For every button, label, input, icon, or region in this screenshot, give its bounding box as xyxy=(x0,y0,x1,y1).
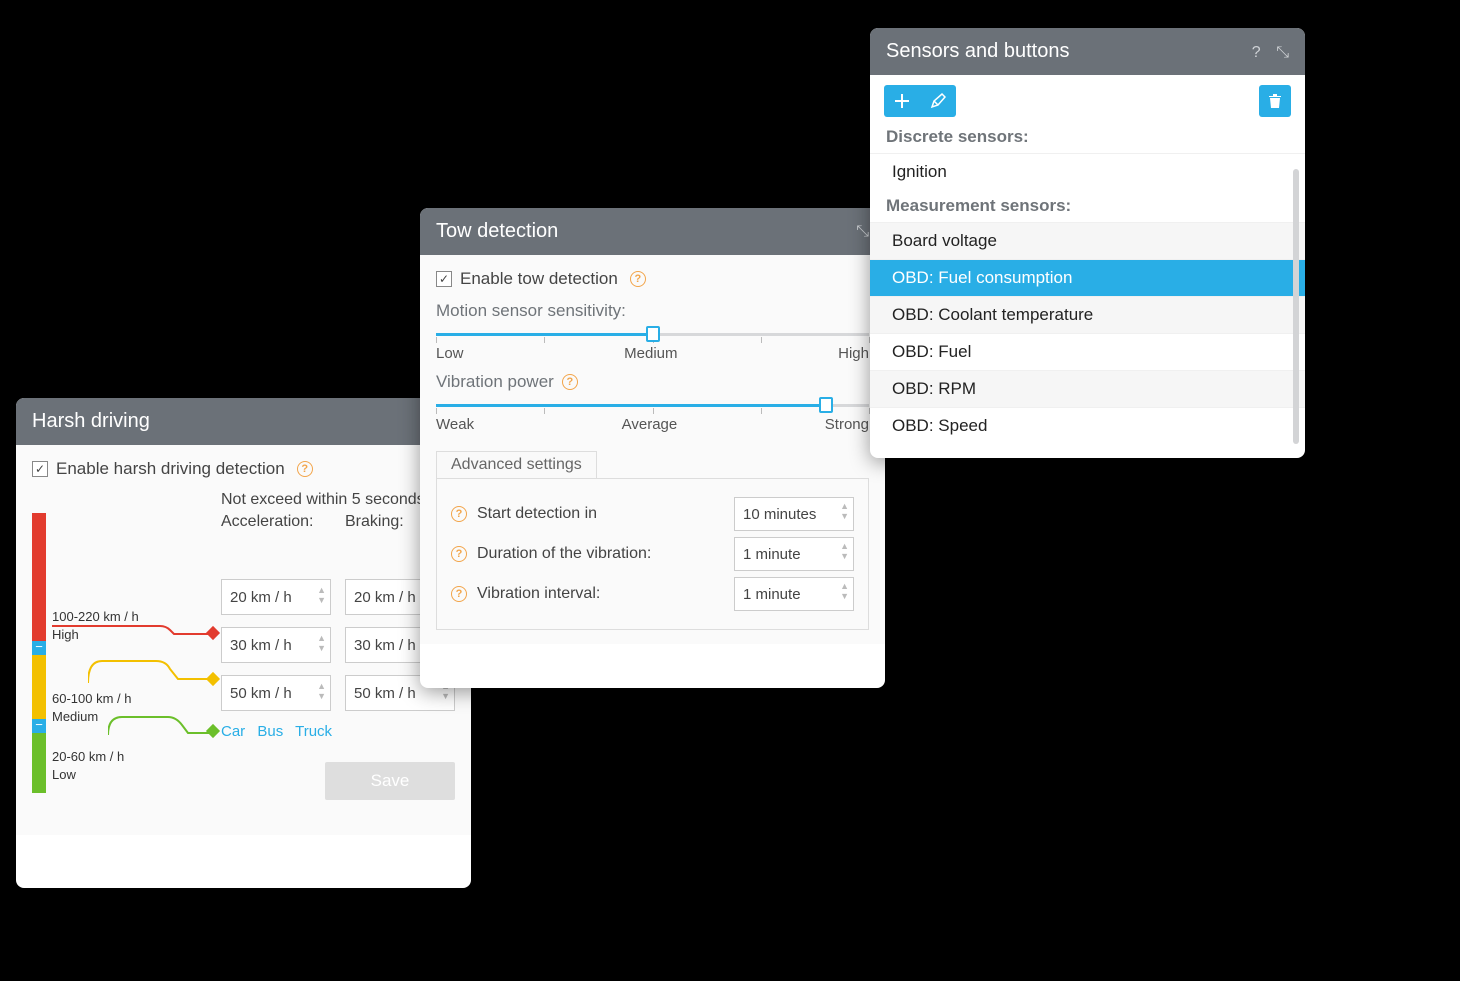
collapse-range-button[interactable]: − xyxy=(32,719,46,733)
enable-harsh-checkbox[interactable]: ✓ xyxy=(32,461,48,477)
med-accel-input[interactable]: 30 km / h▲▼ xyxy=(221,627,331,663)
range-low-label: 20-60 km / h xyxy=(52,749,124,764)
collapse-icon[interactable]: ⤡ xyxy=(856,223,869,241)
interval-input[interactable]: 1 minute▲▼ xyxy=(734,577,854,611)
motion-sensitivity-label: Motion sensor sensitivity: xyxy=(436,301,869,321)
add-button[interactable] xyxy=(884,85,920,117)
level-med-label: Medium xyxy=(52,709,98,724)
stepper-icon[interactable]: ▲▼ xyxy=(840,581,849,601)
sensor-item-ignition[interactable]: Ignition xyxy=(870,153,1305,190)
stepper-icon[interactable]: ▲▼ xyxy=(317,633,326,653)
vibration-mid-label: Average xyxy=(622,416,678,433)
start-detection-input[interactable]: 10 minutes▲▼ xyxy=(734,497,854,531)
advanced-settings-title: Advanced settings xyxy=(436,451,597,479)
vibration-power-label: Vibration power xyxy=(436,372,554,392)
motion-low-label: Low xyxy=(436,345,464,362)
sensors-title: Sensors and buttons xyxy=(886,40,1069,63)
edit-button[interactable] xyxy=(920,85,956,117)
interval-label: Vibration interval: xyxy=(477,585,600,603)
slider-thumb[interactable] xyxy=(646,326,660,342)
help-icon[interactable]: ? xyxy=(451,586,467,602)
collapse-range-button[interactable]: − xyxy=(32,641,46,655)
stepper-icon[interactable]: ▲▼ xyxy=(317,681,326,701)
measurement-group-label: Measurement sensors: xyxy=(870,190,1305,222)
help-icon[interactable]: ? xyxy=(451,506,467,522)
tow-title: Tow detection xyxy=(436,220,558,243)
enable-tow-label: Enable tow detection xyxy=(460,269,618,289)
motion-slider[interactable] xyxy=(436,325,869,343)
sensors-toolbar xyxy=(870,75,1305,121)
low-accel-input[interactable]: 50 km / h▲▼ xyxy=(221,675,331,711)
level-low-label: Low xyxy=(52,767,76,782)
high-accel-input[interactable]: 20 km / h▲▼ xyxy=(221,579,331,615)
scrollbar[interactable] xyxy=(1293,169,1299,444)
vibration-high-label: Strong xyxy=(825,416,869,433)
vibration-low-label: Weak xyxy=(436,416,474,433)
tow-panel: Tow detection ⤡ ✓ Enable tow detection ?… xyxy=(420,208,885,688)
sensor-item-fuel-consumption[interactable]: OBD: Fuel consumption xyxy=(870,259,1305,296)
preset-truck[interactable]: Truck xyxy=(295,723,332,740)
sensor-item-fuel[interactable]: OBD: Fuel xyxy=(870,333,1305,370)
preset-bus[interactable]: Bus xyxy=(257,723,283,740)
help-icon[interactable]: ? xyxy=(562,374,578,390)
stepper-icon[interactable]: ▲▼ xyxy=(317,585,326,605)
start-detection-label: Start detection in xyxy=(477,505,597,523)
stepper-icon[interactable]: ▲▼ xyxy=(840,501,849,521)
collapse-icon[interactable]: ⤡ xyxy=(1276,44,1289,61)
tow-title-bar: Tow detection ⤡ xyxy=(420,208,885,255)
acceleration-header: Acceleration: xyxy=(221,513,331,531)
delete-button[interactable] xyxy=(1259,85,1291,117)
help-icon[interactable]: ? xyxy=(1252,44,1261,61)
save-button[interactable]: Save xyxy=(325,762,455,800)
motion-mid-label: Medium xyxy=(624,345,677,362)
sensors-panel: Sensors and buttons ? ⤡ Discrete sensors… xyxy=(870,28,1305,458)
sensor-item-rpm[interactable]: OBD: RPM xyxy=(870,370,1305,407)
range-med-label: 60-100 km / h xyxy=(52,691,132,706)
help-icon[interactable]: ? xyxy=(451,546,467,562)
stepper-icon[interactable]: ▲▼ xyxy=(840,541,849,561)
vibration-slider[interactable] xyxy=(436,396,869,414)
sensors-title-bar: Sensors and buttons ? ⤡ xyxy=(870,28,1305,75)
discrete-group-label: Discrete sensors: xyxy=(870,121,1305,153)
preset-car[interactable]: Car xyxy=(221,723,245,740)
sensor-item-speed[interactable]: OBD: Speed xyxy=(870,407,1305,444)
speed-range-visualization: 100-220 km / h High − 60-100 km / h Medi… xyxy=(32,491,207,821)
enable-harsh-label: Enable harsh driving detection xyxy=(56,459,285,479)
slider-thumb[interactable] xyxy=(819,397,833,413)
duration-input[interactable]: 1 minute▲▼ xyxy=(734,537,854,571)
help-icon[interactable]: ? xyxy=(297,461,313,477)
sensor-item-board-voltage[interactable]: Board voltage xyxy=(870,222,1305,259)
motion-high-label: High xyxy=(838,345,869,362)
harsh-title: Harsh driving xyxy=(32,410,150,433)
harsh-title-bar: Harsh driving ⤡ xyxy=(16,398,471,445)
harsh-panel: Harsh driving ⤡ ✓ Enable harsh driving d… xyxy=(16,398,471,888)
sensor-item-coolant-temperature[interactable]: OBD: Coolant temperature xyxy=(870,296,1305,333)
enable-tow-checkbox[interactable]: ✓ xyxy=(436,271,452,287)
duration-label: Duration of the vibration: xyxy=(477,545,651,563)
help-icon[interactable]: ? xyxy=(630,271,646,287)
